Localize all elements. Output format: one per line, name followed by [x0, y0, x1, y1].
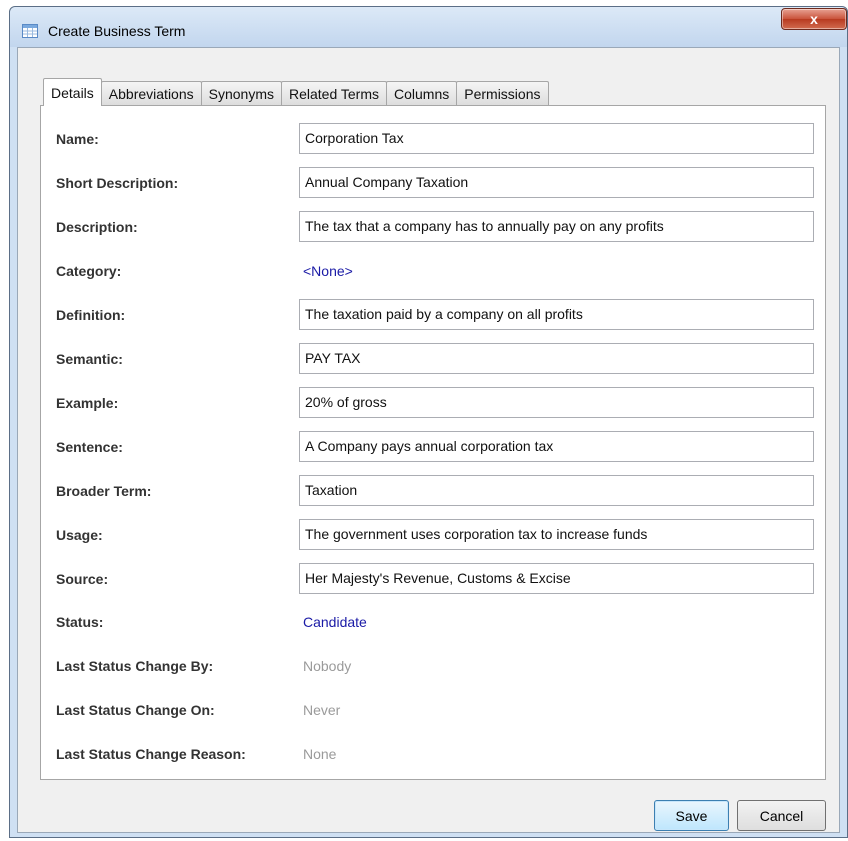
definition-row: Definition: The taxation paid by a compa…: [41, 299, 827, 331]
last-status-change-reason-label: Last Status Change Reason:: [56, 746, 246, 762]
source-field[interactable]: Her Majesty's Revenue, Customs & Excise: [299, 563, 814, 594]
tab-abbreviations[interactable]: Abbreviations: [100, 81, 202, 106]
source-row: Source: Her Majesty's Revenue, Customs &…: [41, 563, 827, 595]
create-business-term-dialog: Create Business Term x Details Abbreviat…: [9, 6, 848, 838]
table-icon: [22, 24, 38, 38]
short-description-field[interactable]: Annual Company Taxation: [299, 167, 814, 198]
short-description-row: Short Description: Annual Company Taxati…: [41, 167, 827, 199]
status-row: Status: Candidate: [41, 606, 827, 638]
name-row: Name: Corporation Tax: [41, 123, 827, 155]
tab-synonyms[interactable]: Synonyms: [200, 81, 282, 106]
example-label: Example:: [56, 395, 119, 411]
tab-related-terms[interactable]: Related Terms: [280, 81, 387, 106]
last-status-change-reason-value: None: [303, 746, 337, 762]
sentence-field[interactable]: A Company pays annual corporation tax: [299, 431, 814, 462]
last-status-change-on-value: Never: [303, 702, 341, 718]
tab-bar: Details Abbreviations Synonyms Related T…: [43, 78, 549, 106]
broader-term-label: Broader Term:: [56, 483, 152, 499]
description-field[interactable]: The tax that a company has to annually p…: [299, 211, 814, 242]
last-status-change-on-row: Last Status Change On: Never: [41, 694, 827, 726]
name-field[interactable]: Corporation Tax: [299, 123, 814, 154]
window-title: Create Business Term: [48, 23, 186, 39]
category-label: Category:: [56, 263, 122, 279]
close-button[interactable]: x: [781, 8, 847, 30]
source-label: Source:: [56, 571, 109, 587]
status-label: Status:: [56, 614, 104, 630]
tab-permissions[interactable]: Permissions: [456, 81, 549, 106]
details-panel: Name: Corporation Tax Short Description:…: [40, 105, 826, 780]
tab-details[interactable]: Details: [43, 78, 102, 106]
close-icon: x: [810, 11, 818, 27]
last-status-change-on-label: Last Status Change On:: [56, 702, 215, 718]
tab-columns[interactable]: Columns: [386, 81, 458, 106]
broader-term-field[interactable]: Taxation: [299, 475, 814, 506]
cancel-button[interactable]: Cancel: [737, 800, 826, 831]
short-description-label: Short Description:: [56, 175, 179, 191]
category-row: Category: <None>: [41, 255, 827, 287]
last-status-change-by-value: Nobody: [303, 658, 352, 674]
description-row: Description: The tax that a company has …: [41, 211, 827, 243]
sentence-row: Sentence: A Company pays annual corporat…: [41, 431, 827, 463]
sentence-label: Sentence:: [56, 439, 123, 455]
definition-field[interactable]: The taxation paid by a company on all pr…: [299, 299, 814, 330]
broader-term-row: Broader Term: Taxation: [41, 475, 827, 507]
usage-row: Usage: The government uses corporation t…: [41, 519, 827, 551]
last-status-change-by-label: Last Status Change By:: [56, 658, 214, 674]
semantic-label: Semantic:: [56, 351, 123, 367]
usage-field[interactable]: The government uses corporation tax to i…: [299, 519, 814, 550]
semantic-field[interactable]: PAY TAX: [299, 343, 814, 374]
last-status-change-by-row: Last Status Change By: Nobody: [41, 650, 827, 682]
usage-label: Usage:: [56, 527, 103, 543]
last-status-change-reason-row: Last Status Change Reason: None: [41, 738, 827, 770]
dialog-body: Details Abbreviations Synonyms Related T…: [17, 47, 840, 833]
save-button[interactable]: Save: [654, 800, 729, 831]
description-label: Description:: [56, 219, 138, 235]
example-row: Example: 20% of gross: [41, 387, 827, 419]
semantic-row: Semantic: PAY TAX: [41, 343, 827, 375]
definition-label: Definition:: [56, 307, 126, 323]
name-label: Name:: [56, 131, 99, 147]
status-link[interactable]: Candidate: [303, 606, 367, 638]
category-link[interactable]: <None>: [303, 255, 353, 287]
example-field[interactable]: 20% of gross: [299, 387, 814, 418]
